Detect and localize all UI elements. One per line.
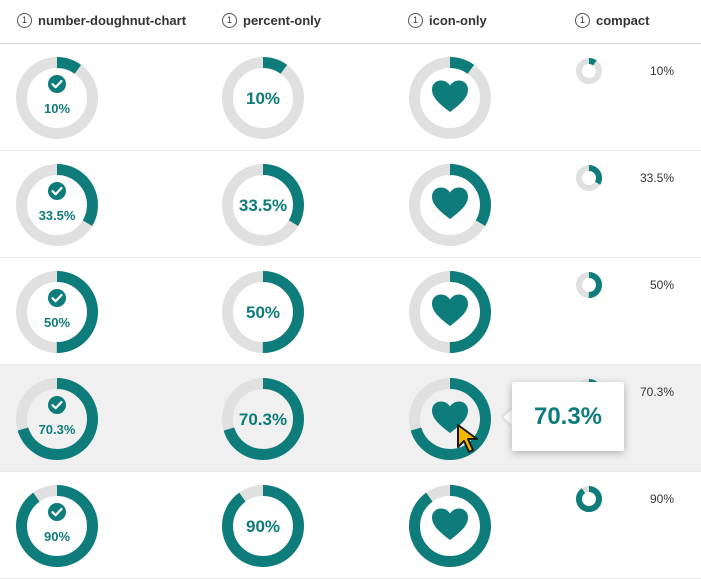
table-row[interactable]: 10% 10% 10% [0, 44, 701, 151]
compact-doughnut[interactable] [574, 484, 604, 514]
number-doughnut-chart[interactable]: 10% [15, 56, 99, 140]
table-header: 1 number-doughnut-chart 1 percent-only 1… [0, 0, 701, 44]
percent-only-doughnut[interactable]: 50% [221, 270, 305, 354]
compact-value-label: 70.3% [639, 385, 674, 399]
tooltip-value: 70.3% [533, 402, 603, 430]
check-circle-icon [48, 182, 66, 200]
percent-only-doughnut[interactable]: 90% [221, 484, 305, 568]
donut-track [16, 57, 98, 139]
pointer-cursor-icon [457, 424, 478, 453]
number-doughnut-chart[interactable]: 70.3% [15, 377, 99, 461]
check-circle-icon [48, 396, 66, 414]
column-header-label: compact [596, 12, 650, 28]
icon-only-doughnut[interactable] [408, 56, 492, 140]
donut-value-label: 90% [246, 517, 280, 536]
compact-doughnut[interactable] [574, 56, 604, 86]
compact-doughnut[interactable] [574, 270, 604, 300]
number-doughnut-chart[interactable]: 33.5% [15, 163, 99, 247]
compact-value-label: 33.5% [639, 171, 674, 185]
donut-progress-arc [576, 486, 602, 512]
number-one-icon: 1 [408, 12, 423, 28]
table-row[interactable]: 50% 50% 50% [0, 258, 701, 365]
donut-progress-arc [16, 485, 98, 567]
column-header-compact[interactable]: 1 compact [575, 10, 649, 30]
percent-only-doughnut[interactable]: 10% [221, 56, 305, 140]
heart-icon [432, 80, 468, 112]
percent-only-doughnut[interactable]: 70.3% [221, 377, 305, 461]
column-header-number-doughnut-chart[interactable]: 1 number-doughnut-chart [17, 10, 186, 30]
number-one-icon: 1 [575, 12, 590, 28]
number-one-icon: 1 [17, 12, 32, 28]
heart-icon [432, 294, 468, 326]
table-row[interactable]: 90% 90% 90% [0, 472, 701, 579]
donut-value-label: 10% [44, 101, 70, 116]
number-one-icon: 1 [222, 12, 237, 28]
column-header-label: number-doughnut-chart [38, 12, 187, 28]
donut-value-label: 90% [44, 529, 70, 544]
column-header-label: percent-only [243, 12, 322, 28]
donut-value-label: 33.5% [239, 196, 287, 215]
check-circle-icon [48, 503, 66, 521]
compact-value-label: 50% [649, 278, 674, 292]
icon-only-doughnut[interactable] [408, 163, 492, 247]
icon-only-doughnut[interactable] [408, 484, 492, 568]
donut-value-label: 10% [246, 89, 280, 108]
donut-value-label: 33.5% [39, 208, 76, 223]
column-header-label: icon-only [429, 12, 487, 28]
donut-value-label: 50% [246, 303, 280, 322]
donut-value-label: 50% [44, 315, 70, 330]
donut-value-label: 70.3% [239, 410, 287, 429]
donut-value-label: 70.3% [39, 422, 76, 437]
check-circle-icon [48, 75, 66, 93]
icon-only-doughnut[interactable] [408, 270, 492, 354]
compact-value-label: 10% [649, 64, 674, 78]
heart-icon [432, 508, 468, 540]
check-circle-icon [48, 289, 66, 307]
column-header-icon-only[interactable]: 1 icon-only [408, 10, 487, 30]
percent-only-doughnut[interactable]: 33.5% [221, 163, 305, 247]
heart-icon [432, 187, 468, 219]
table-row[interactable]: 33.5% 33.5% 33.5% [0, 151, 701, 258]
number-doughnut-chart[interactable]: 50% [15, 270, 99, 354]
number-doughnut-chart[interactable]: 90% [15, 484, 99, 568]
compact-doughnut[interactable] [574, 163, 604, 193]
value-tooltip: 70.3% [512, 382, 624, 451]
compact-value-label: 90% [649, 492, 674, 506]
column-header-percent-only[interactable]: 1 percent-only [222, 10, 321, 30]
